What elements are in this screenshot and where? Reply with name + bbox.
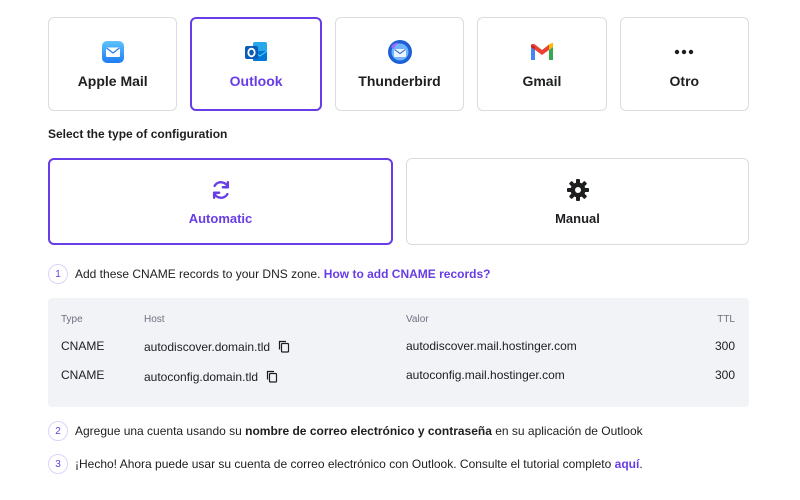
table-cell-ttl: 300 xyxy=(714,339,735,353)
step-2-text-bold: nombre de correo electrónico y contraseñ… xyxy=(245,424,492,438)
table-cell-value: autoconfig.mail.hostinger.com xyxy=(406,368,565,382)
outlook-icon xyxy=(243,39,269,65)
copy-icon[interactable] xyxy=(278,340,290,356)
step-3-text: ¡Hecho! Ahora puede usar su cuenta de co… xyxy=(75,457,643,471)
client-label-otro: Otro xyxy=(669,73,700,89)
step-2-text: Agregue una cuenta usando su nombre de c… xyxy=(75,424,643,438)
step-number: 2 xyxy=(48,421,68,441)
config-card-automatic[interactable]: Automatic xyxy=(48,158,393,245)
config-card-manual[interactable]: Manual xyxy=(406,158,749,245)
client-card-otro[interactable]: Otro xyxy=(619,17,750,111)
how-to-add-cname-link[interactable]: How to add CNAME records? xyxy=(324,267,491,281)
gmail-icon xyxy=(529,39,555,65)
step-1-text: Add these CNAME records to your DNS zone… xyxy=(75,267,490,281)
host-value: autodiscover.domain.tld xyxy=(144,340,271,355)
step-3-text-pre: ¡Hecho! Ahora puede usar su cuenta de co… xyxy=(75,457,615,471)
step-3: 3 ¡Hecho! Ahora puede usar su cuenta de … xyxy=(48,454,643,474)
gear-icon xyxy=(565,177,591,203)
table-cell-ttl: 300 xyxy=(714,368,735,382)
client-card-outlook[interactable]: Outlook xyxy=(190,17,322,111)
config-label-manual: Manual xyxy=(555,211,600,226)
step-3-text-post: . xyxy=(639,457,643,471)
email-client-selector: Apple Mail Outlook Thunderbird Gmail Otr… xyxy=(48,17,750,111)
step-1: 1 Add these CNAME records to your DNS zo… xyxy=(48,264,490,284)
config-label-automatic: Automatic xyxy=(188,211,253,226)
step-2-text-pre: Agregue una cuenta usando su xyxy=(75,424,246,438)
host-value: autoconfig.domain.tld xyxy=(144,370,259,385)
client-label-gmail: Gmail xyxy=(522,73,562,89)
column-header-ttl: TTL xyxy=(717,314,735,325)
table-cell-type: CNAME xyxy=(61,368,105,382)
step-number: 1 xyxy=(48,264,68,284)
config-section-title: Select the type of configuration xyxy=(48,127,228,141)
table-cell-type: CNAME xyxy=(61,339,105,353)
table-cell-host: autodiscover.domain.tld xyxy=(144,340,290,356)
column-header-type: Type xyxy=(61,314,83,325)
sync-icon xyxy=(208,177,234,203)
step-1-description: Add these CNAME records to your DNS zone… xyxy=(75,267,324,281)
client-label-outlook: Outlook xyxy=(229,73,283,89)
step-number: 3 xyxy=(48,454,68,474)
config-type-selector: Automatic Manual xyxy=(48,158,749,245)
client-label-apple-mail: Apple Mail xyxy=(77,73,148,89)
step-2: 2 Agregue una cuenta usando su nombre de… xyxy=(48,421,643,441)
tutorial-link[interactable]: aquí xyxy=(615,457,640,471)
client-card-apple-mail[interactable]: Apple Mail xyxy=(48,17,178,111)
apple-mail-icon xyxy=(100,39,126,65)
copy-icon[interactable] xyxy=(266,370,278,386)
column-header-host: Host xyxy=(144,314,165,325)
table-cell-host: autoconfig.domain.tld xyxy=(144,370,278,386)
step-2-text-post: en su aplicación de Outlook xyxy=(491,424,643,438)
client-card-thunderbird[interactable]: Thunderbird xyxy=(334,17,465,111)
dns-records-table: Type Host Valor TTL CNAME autodiscover.d… xyxy=(48,298,749,407)
client-card-gmail[interactable]: Gmail xyxy=(477,17,607,111)
table-cell-value: autodiscover.mail.hostinger.com xyxy=(406,339,577,353)
column-header-value: Valor xyxy=(406,314,429,325)
more-icon xyxy=(671,39,697,65)
thunderbird-icon xyxy=(387,39,413,65)
client-label-thunderbird: Thunderbird xyxy=(358,73,441,89)
